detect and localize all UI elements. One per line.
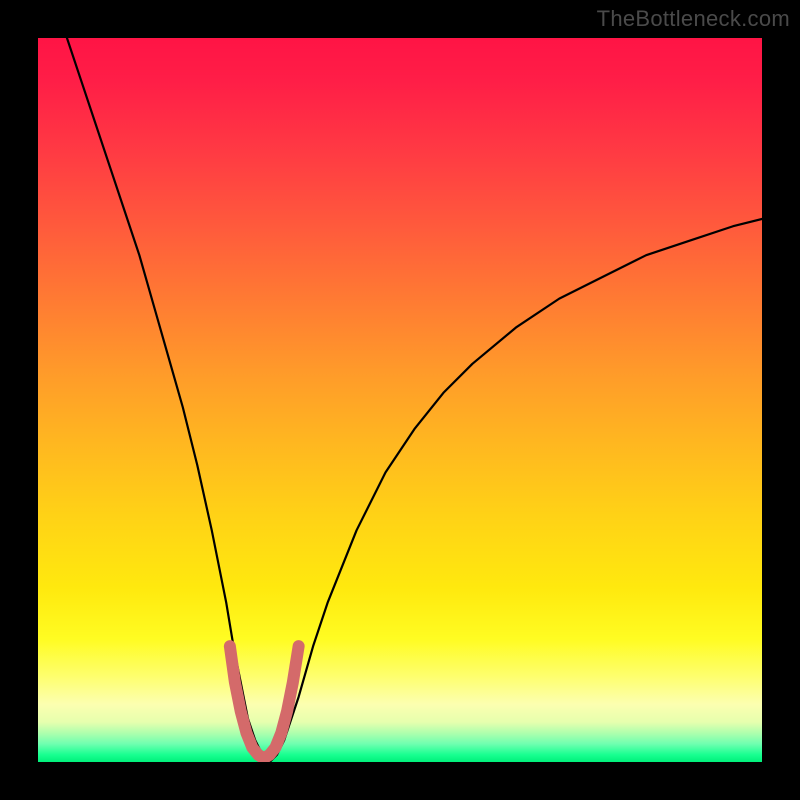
- watermark-text: TheBottleneck.com: [597, 6, 790, 32]
- curve-layer: [38, 38, 762, 762]
- bottleneck-curve: [67, 38, 762, 762]
- plot-area: [38, 38, 762, 762]
- chart-frame: TheBottleneck.com: [0, 0, 800, 800]
- optimal-marker: [230, 646, 299, 758]
